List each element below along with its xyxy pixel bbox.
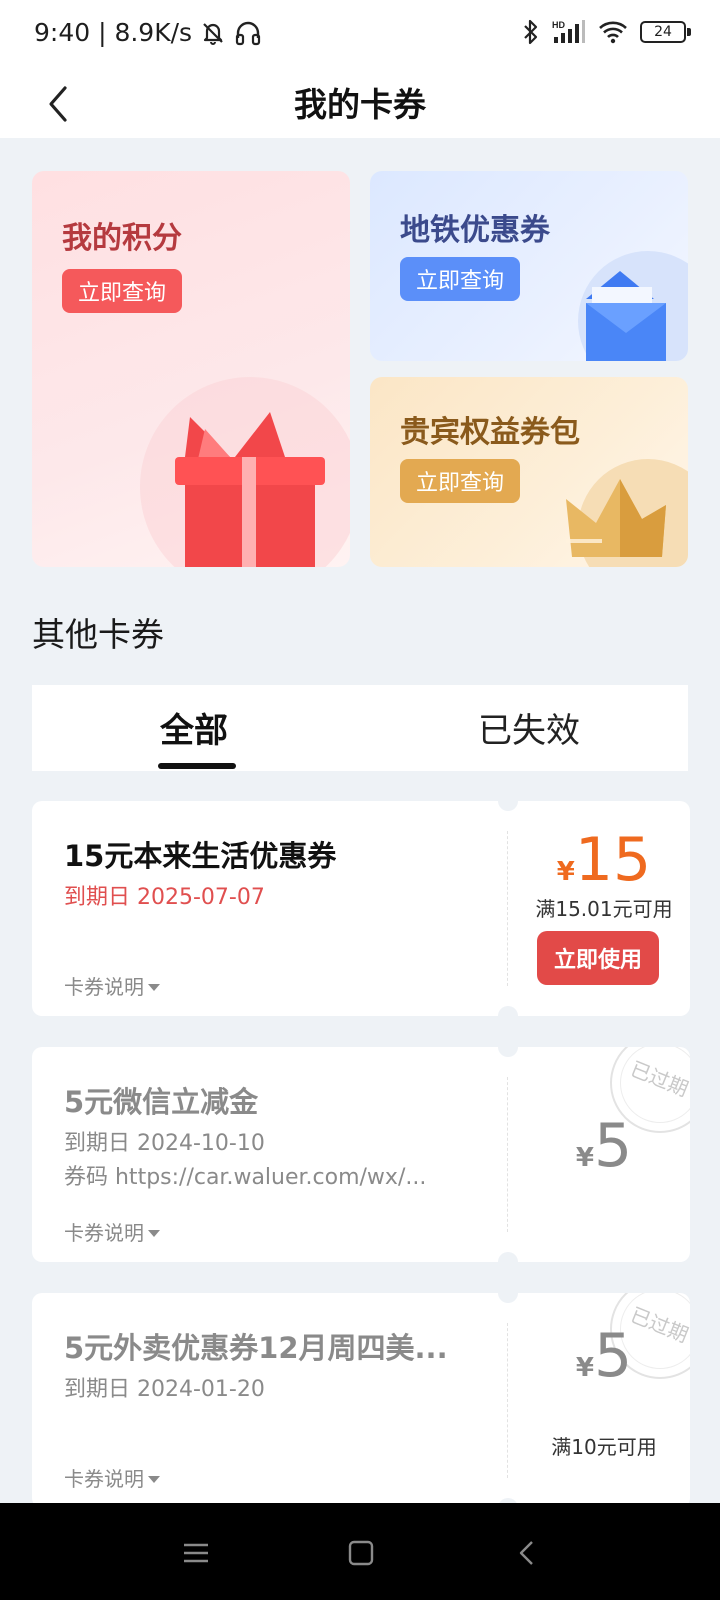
coupon-tabs: 全部 已失效	[32, 685, 688, 771]
amount-value: 5	[593, 1321, 633, 1391]
amount-value: 5	[593, 1111, 633, 1181]
coupon-description-label: 卡券说明	[64, 1467, 144, 1491]
coupon-card[interactable]: 已过期 5元外卖优惠券12月周四美... 到期日 2024-01-20 卡券说明…	[32, 1293, 690, 1508]
home-square-icon[interactable]	[345, 1537, 377, 1569]
currency-symbol: ¥	[556, 857, 575, 887]
coupon-amount: ¥5	[518, 1321, 690, 1391]
signal-icon: HD	[552, 20, 585, 43]
currency-symbol: ¥	[575, 1143, 594, 1173]
back-triangle-icon[interactable]	[512, 1537, 544, 1569]
metro-card-title: 地铁优惠券	[400, 213, 550, 248]
metro-query-button[interactable]: 立即查询	[400, 257, 521, 301]
coupon-expiry: 到期日 2024-10-10	[64, 1131, 265, 1156]
use-now-button[interactable]: 立即使用	[537, 931, 659, 985]
amount-value: 15	[574, 825, 652, 895]
menu-icon[interactable]	[180, 1537, 212, 1569]
battery-level: 24	[654, 24, 672, 40]
vip-package-card[interactable]: 贵宾权益券包 立即查询	[370, 377, 688, 567]
coupon-divider	[507, 1077, 508, 1232]
coupon-divider	[507, 831, 508, 986]
metro-coupon-card[interactable]: 地铁优惠券 立即查询	[370, 171, 688, 361]
tab-expired[interactable]: 已失效	[478, 703, 580, 752]
coupon-description-toggle[interactable]: 卡券说明	[64, 971, 160, 1000]
coupon-title: 5元外卖优惠券12月周四美...	[64, 1331, 448, 1365]
vip-card-title: 贵宾权益券包	[400, 415, 580, 450]
coupon-description-toggle[interactable]: 卡券说明	[64, 1463, 160, 1492]
gift-icon	[140, 377, 350, 567]
coupon-expiry: 到期日 2025-07-07	[64, 885, 265, 910]
coupon-divider	[507, 1323, 508, 1478]
points-card[interactable]: 我的积分 立即查询	[32, 171, 350, 567]
coupon-description-label: 卡券说明	[64, 975, 144, 999]
vip-query-button[interactable]: 立即查询	[400, 459, 521, 503]
tab-all[interactable]: 全部	[160, 703, 228, 752]
crown-icon	[566, 459, 688, 567]
coupon-title: 5元微信立减金	[64, 1085, 259, 1119]
coupon-title: 15元本来生活优惠券	[64, 839, 337, 873]
coupon-expiry: 到期日 2024-01-20	[64, 1377, 265, 1402]
coupon-amount: ¥5	[518, 1111, 690, 1181]
envelope-icon	[578, 251, 688, 361]
bell-muted-icon	[203, 22, 223, 45]
status-left: 9:40 | 8.9K/s	[34, 18, 262, 47]
tab-active-indicator	[158, 763, 236, 769]
caret-down-icon	[148, 1229, 160, 1237]
coupon-description-label: 卡券说明	[64, 1221, 144, 1245]
caret-down-icon	[148, 983, 160, 991]
hd-label: HD	[552, 20, 565, 30]
section-title: 其他卡券	[32, 615, 164, 654]
bluetooth-icon	[524, 19, 538, 45]
coupon-description-toggle[interactable]: 卡券说明	[64, 1217, 160, 1246]
page-title: 我的卡券	[294, 85, 426, 124]
system-nav-bar	[0, 1503, 720, 1600]
caret-down-icon	[148, 1475, 160, 1483]
coupon-condition: 满15.01元可用	[535, 897, 673, 921]
coupon-card[interactable]: 已过期 5元微信立减金 到期日 2024-10-10 券码 https://ca…	[32, 1047, 690, 1262]
battery-icon: 24	[640, 21, 691, 43]
points-query-button[interactable]: 立即查询	[62, 269, 183, 313]
coupon-card[interactable]: 15元本来生活优惠券 到期日 2025-07-07 卡券说明 ¥15 满15.0…	[32, 801, 690, 1016]
coupon-condition: 满10元可用	[551, 1435, 657, 1459]
status-right: HD 24	[522, 18, 691, 46]
currency-symbol: ¥	[575, 1353, 594, 1383]
wifi-icon	[599, 21, 627, 44]
status-time-speed: 9:40 | 8.9K/s	[34, 18, 193, 47]
nav-bar: 我的卡券	[0, 70, 720, 138]
headphones-icon	[235, 21, 261, 45]
points-card-title: 我的积分	[62, 221, 182, 256]
coupon-amount: ¥15	[518, 825, 690, 895]
coupon-code: 券码 https://car.waluer.com/wx/...	[64, 1165, 427, 1190]
status-bar: 9:40 | 8.9K/s HD 24	[0, 0, 720, 70]
